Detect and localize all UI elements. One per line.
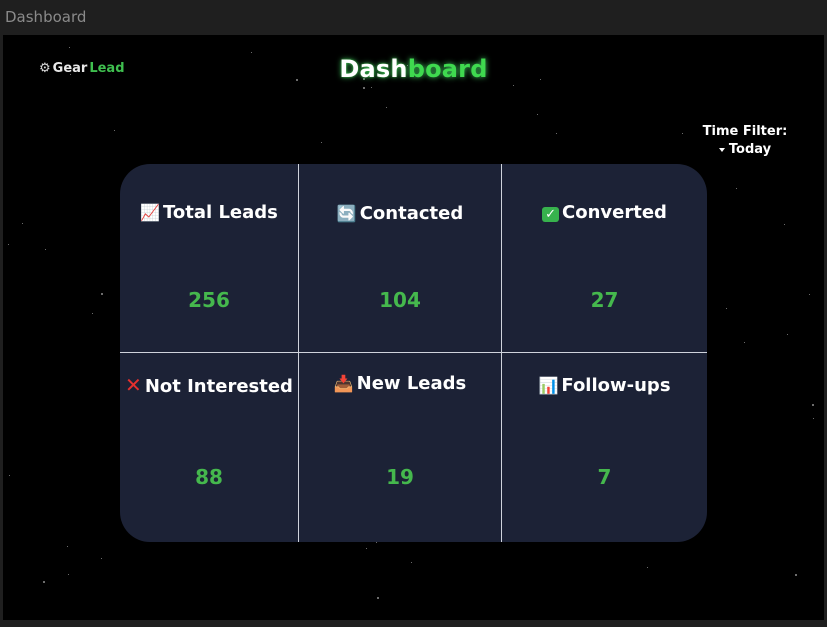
star-dot bbox=[8, 244, 9, 245]
star-dot bbox=[45, 249, 46, 250]
page-title: Dashboard bbox=[3, 55, 824, 83]
stat-value: 27 bbox=[590, 288, 619, 312]
check-mark-icon: ✓ bbox=[542, 207, 559, 222]
stat-value: 256 bbox=[188, 288, 230, 312]
star-dot bbox=[363, 87, 365, 89]
star-dot bbox=[321, 142, 322, 143]
page-title-part1: Dash bbox=[339, 55, 408, 83]
star-dot bbox=[68, 574, 69, 575]
star-dot bbox=[9, 475, 10, 476]
stat-value: 88 bbox=[195, 465, 223, 489]
star-dot bbox=[726, 308, 727, 309]
star-dot bbox=[513, 85, 514, 86]
stat-label: Not Interested bbox=[144, 376, 293, 397]
stat-value: 104 bbox=[379, 288, 421, 312]
time-filter: Time Filter: Today bbox=[699, 123, 791, 159]
stats-panel: 📈 Total Leads 256 🔄 Contacted 104 ✓ Convert… bbox=[120, 164, 707, 542]
dashboard-viewport: ⚙ Gear Lead Dashboard Time Filter: Today … bbox=[3, 35, 824, 620]
time-filter-label: Time Filter: bbox=[702, 124, 788, 139]
star-dot bbox=[92, 313, 93, 314]
stat-label: Total Leads bbox=[163, 202, 278, 223]
star-dot bbox=[537, 114, 538, 115]
star-dot bbox=[69, 47, 70, 48]
star-dot bbox=[736, 188, 737, 189]
star-dot bbox=[366, 548, 367, 549]
star-dot bbox=[22, 223, 23, 224]
stat-card-new-leads: 📥 New Leads 19 bbox=[299, 353, 501, 542]
page-title-part2: board bbox=[407, 55, 488, 83]
stat-card-not-interested: ✕ Not Interested 88 bbox=[120, 353, 298, 542]
star-dot bbox=[67, 546, 68, 547]
star-dot bbox=[812, 404, 814, 406]
star-dot bbox=[101, 558, 102, 559]
stat-label: Follow-ups bbox=[561, 375, 671, 396]
bar-chart-icon: 📊 bbox=[538, 376, 559, 395]
stat-value: 7 bbox=[597, 465, 612, 489]
star-dot bbox=[809, 294, 810, 295]
star-dot bbox=[784, 224, 785, 225]
star-dot bbox=[647, 567, 648, 568]
star-dot bbox=[43, 581, 45, 583]
window-titlebar: Dashboard bbox=[0, 0, 827, 33]
star-dot bbox=[813, 418, 814, 419]
stat-card-converted: ✓ Converted 27 bbox=[502, 164, 707, 352]
stat-card-contacted: 🔄 Contacted 104 bbox=[299, 164, 501, 352]
inbox-tray-icon: 📥 bbox=[333, 374, 354, 393]
stat-label: Contacted bbox=[359, 203, 464, 224]
window-title: Dashboard bbox=[5, 7, 87, 26]
star-dot bbox=[411, 562, 412, 563]
caret-down-icon bbox=[718, 148, 725, 152]
chart-increasing-icon: 📈 bbox=[140, 203, 161, 222]
star-dot bbox=[787, 334, 788, 335]
stat-label: Converted bbox=[562, 202, 667, 223]
star-dot bbox=[377, 597, 379, 599]
star-dot bbox=[114, 130, 115, 131]
star-dot bbox=[251, 52, 252, 53]
stat-card-total-leads: 📈 Total Leads 256 bbox=[120, 164, 298, 352]
time-filter-select[interactable]: Today bbox=[699, 141, 791, 159]
refresh-icon: 🔄 bbox=[336, 204, 357, 223]
stat-card-follow-ups: 📊 Follow-ups 7 bbox=[502, 353, 707, 542]
stat-value: 19 bbox=[386, 465, 414, 489]
star-dot bbox=[101, 293, 103, 295]
star-dot bbox=[376, 542, 377, 543]
star-dot bbox=[371, 87, 372, 88]
star-dot bbox=[795, 574, 797, 576]
stat-label: New Leads bbox=[356, 373, 467, 394]
star-dot bbox=[744, 342, 745, 343]
star-dot bbox=[682, 133, 683, 134]
cross-mark-icon: ✕ bbox=[125, 373, 142, 397]
star-dot bbox=[556, 133, 557, 134]
time-filter-value: Today bbox=[728, 142, 772, 157]
star-dot bbox=[386, 107, 387, 108]
